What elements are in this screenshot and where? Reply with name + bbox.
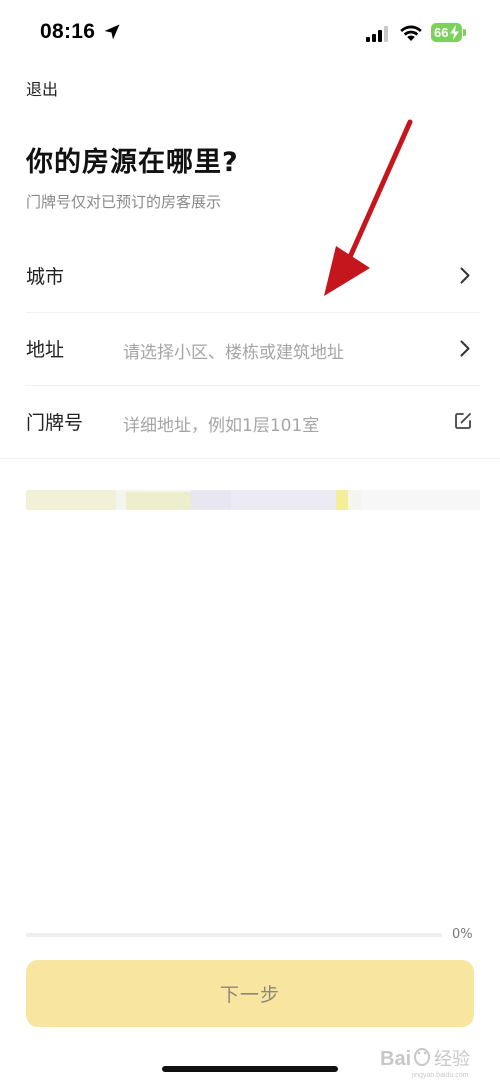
edit-icon[interactable] (454, 412, 472, 430)
city-label: 城市 (26, 266, 65, 288)
exit-button[interactable]: 退出 (26, 76, 58, 100)
map-tile (191, 490, 231, 510)
page-subtitle: 门牌号仅对已预订的房客展示 (26, 193, 222, 211)
status-bar: 08:16 66 (0, 0, 500, 66)
section-divider (0, 458, 500, 459)
map-tile (336, 490, 348, 510)
address-placeholder: 请选择小区、楼栋或建筑地址 (123, 343, 344, 363)
map-tile (231, 490, 341, 510)
baidu-watermark-logo: Bai 经验 jingyan.baidu.com (380, 1048, 470, 1079)
progress-percent: 0% (452, 927, 473, 942)
home-indicator[interactable] (162, 1066, 338, 1072)
svg-text:Bai: Bai (380, 1048, 411, 1070)
map-tile (26, 490, 116, 510)
door-number-row[interactable]: 门牌号 详细地址，例如1层101室 (26, 386, 480, 458)
battery-level: 66 (434, 25, 449, 40)
chevron-right-icon (460, 340, 470, 357)
door-number-input[interactable]: 详细地址，例如1层101室 (123, 411, 319, 436)
next-step-button[interactable]: 下一步 (26, 960, 474, 1027)
battery-cap (463, 29, 466, 36)
status-time: 08:16 (40, 20, 96, 43)
cellular-signal-icon (366, 26, 388, 42)
annotation-arrow-icon (324, 119, 413, 296)
progress-bar (26, 933, 442, 937)
map-preview[interactable] (26, 490, 480, 510)
door-number-label: 门牌号 (26, 412, 84, 434)
wifi-icon (400, 25, 422, 41)
address-row[interactable]: 地址 请选择小区、楼栋或建筑地址 (26, 313, 480, 386)
location-arrow-icon (104, 24, 120, 40)
map-tile (126, 492, 196, 510)
svg-text:jingyan.baidu.com: jingyan.baidu.com (411, 1072, 469, 1079)
svg-text:经验: 经验 (434, 1049, 470, 1070)
map-tile (361, 490, 480, 510)
charging-bolt-icon (450, 25, 459, 40)
chevron-right-icon (460, 267, 470, 284)
address-label: 地址 (26, 339, 65, 361)
page-title: 你的房源在哪里? (26, 147, 239, 178)
